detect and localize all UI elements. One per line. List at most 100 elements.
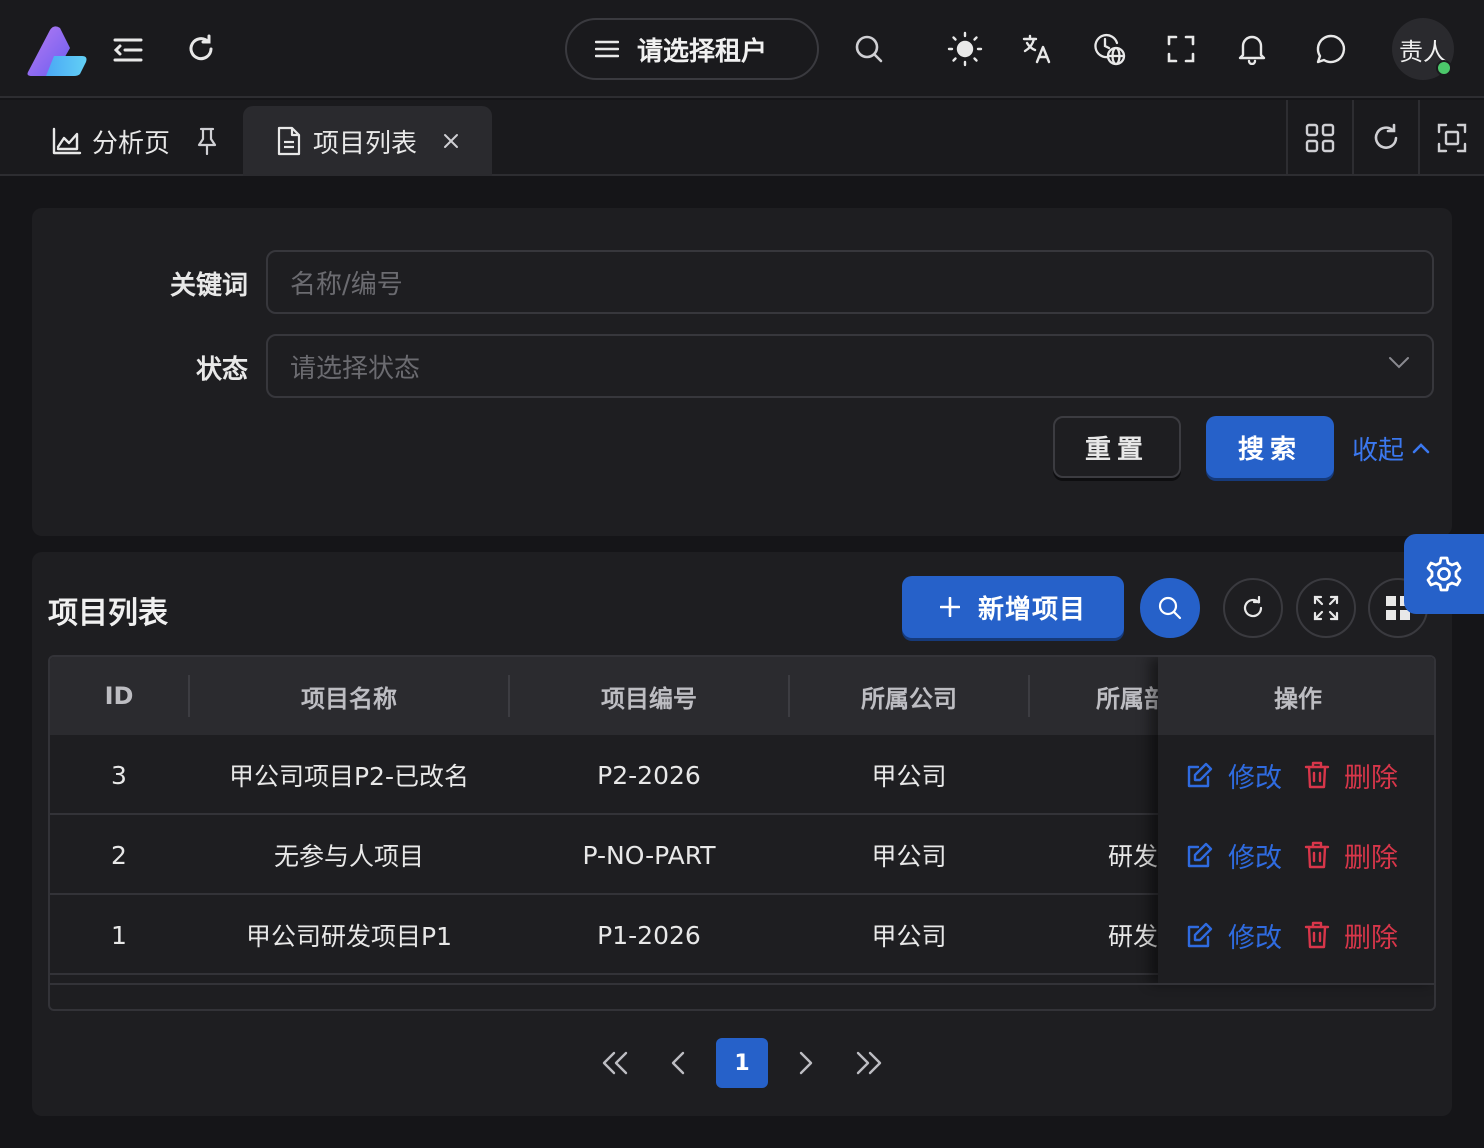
row-actions: 修改 删除 bbox=[1186, 735, 1398, 815]
column-divider bbox=[1028, 675, 1030, 717]
cell-name: 甲公司研发项目P1 bbox=[246, 922, 452, 951]
cell-name: 无参与人项目 bbox=[273, 842, 424, 871]
search-button[interactable]: 搜索 bbox=[1206, 416, 1334, 478]
tab-analysis[interactable]: 分析页 bbox=[36, 106, 240, 176]
delete-label: 删除 bbox=[1344, 762, 1398, 794]
edit-button[interactable]: 修改 bbox=[1186, 836, 1282, 875]
gear-icon bbox=[1426, 556, 1462, 592]
chat-bubble-icon[interactable] bbox=[1310, 28, 1352, 70]
cell-code: P-NO-PART bbox=[582, 840, 716, 870]
search-label: 搜索 bbox=[1237, 434, 1302, 465]
refresh-icon[interactable] bbox=[180, 28, 222, 70]
reset-label: 重置 bbox=[1084, 434, 1149, 465]
document-icon bbox=[277, 126, 301, 156]
column-header-name: 项目名称 bbox=[301, 684, 397, 713]
toggle-search-button[interactable] bbox=[1140, 578, 1200, 638]
chevron-up-icon bbox=[1412, 442, 1430, 454]
delete-button[interactable]: 删除 bbox=[1304, 916, 1398, 955]
column-header-id: ID bbox=[104, 682, 134, 710]
theme-settings-button[interactable] bbox=[1404, 534, 1484, 614]
edit-icon bbox=[1187, 922, 1213, 948]
delete-button[interactable]: 删除 bbox=[1304, 756, 1398, 795]
delete-label: 删除 bbox=[1344, 842, 1398, 874]
column-header-code: 项目编号 bbox=[601, 684, 697, 713]
refresh-icon bbox=[1243, 596, 1263, 618]
tenant-label: 请选择租户 bbox=[637, 36, 768, 67]
edit-button[interactable]: 修改 bbox=[1186, 756, 1282, 795]
edit-label: 修改 bbox=[1228, 842, 1282, 874]
tab-label: 项目列表 bbox=[313, 128, 418, 159]
keyword-label: 关键词 bbox=[169, 271, 248, 301]
trash-icon bbox=[1304, 921, 1330, 949]
last-page-button[interactable] bbox=[848, 1038, 890, 1088]
collapse-label: 收起 bbox=[1352, 435, 1405, 466]
maximize-icon bbox=[1437, 123, 1467, 153]
add-project-button[interactable]: 新增项目 bbox=[902, 576, 1124, 638]
chevron-down-icon bbox=[1388, 356, 1410, 370]
cell-name: 甲公司项目P2-已改名 bbox=[228, 762, 469, 791]
keyword-input[interactable]: 名称/编号 bbox=[266, 250, 1434, 314]
cell-company: 甲公司 bbox=[871, 922, 947, 951]
first-page-button[interactable] bbox=[594, 1038, 636, 1088]
tab-maximize-button[interactable] bbox=[1418, 100, 1484, 176]
cell-company: 甲公司 bbox=[871, 842, 947, 871]
status-label: 状态 bbox=[195, 355, 248, 385]
tenant-selector[interactable]: 请选择租户 bbox=[565, 18, 819, 80]
cell-code: P1-2026 bbox=[597, 920, 701, 950]
trash-icon bbox=[1304, 761, 1330, 789]
menu-icon bbox=[595, 39, 619, 59]
chevron-right-icon bbox=[799, 1051, 813, 1075]
collapse-menu-icon[interactable] bbox=[108, 30, 148, 70]
table-fullscreen-button[interactable] bbox=[1296, 578, 1356, 638]
search-icon bbox=[1158, 596, 1182, 620]
double-chevron-left-icon bbox=[602, 1051, 628, 1075]
cell-id: 3 bbox=[111, 760, 127, 790]
translate-icon[interactable] bbox=[1016, 28, 1058, 70]
cell-id: 1 bbox=[111, 920, 127, 950]
theme-sun-icon[interactable] bbox=[944, 28, 986, 70]
row-actions: 修改 删除 bbox=[1186, 815, 1398, 895]
tab-project-list[interactable]: 项目列表 bbox=[243, 106, 492, 176]
refresh-icon bbox=[1374, 123, 1398, 149]
next-page-button[interactable] bbox=[786, 1038, 826, 1088]
column-header-actions: 操作 bbox=[1158, 657, 1434, 735]
tab-layout-button[interactable] bbox=[1286, 100, 1352, 176]
chart-area-icon bbox=[52, 127, 82, 155]
edit-icon bbox=[1187, 842, 1213, 868]
prev-page-button[interactable] bbox=[658, 1038, 698, 1088]
chevron-left-icon bbox=[671, 1051, 685, 1075]
horizontal-scrollbar[interactable] bbox=[50, 983, 1434, 1009]
delete-button[interactable]: 删除 bbox=[1304, 836, 1398, 875]
edit-label: 修改 bbox=[1228, 762, 1282, 794]
expand-icon bbox=[1313, 595, 1339, 621]
close-icon[interactable] bbox=[443, 133, 459, 149]
timezone-globe-icon[interactable] bbox=[1088, 28, 1130, 70]
cell-code: P2-2026 bbox=[597, 760, 701, 790]
online-status-dot bbox=[1436, 60, 1452, 76]
app-logo[interactable] bbox=[24, 22, 90, 78]
grid-icon bbox=[1305, 123, 1335, 153]
status-select[interactable]: 请选择状态 bbox=[266, 334, 1434, 398]
double-chevron-right-icon bbox=[856, 1051, 882, 1075]
reset-button[interactable]: 重置 bbox=[1053, 416, 1181, 478]
fullscreen-icon[interactable] bbox=[1160, 28, 1202, 70]
operations-column: 操作 修改 删除 修改 删除 修改 删除 bbox=[1158, 657, 1434, 983]
edit-icon bbox=[1187, 762, 1213, 788]
edit-button[interactable]: 修改 bbox=[1186, 916, 1282, 955]
collapse-toggle[interactable]: 收起 bbox=[1352, 430, 1430, 466]
page-number-current[interactable]: 1 bbox=[716, 1038, 768, 1088]
pin-icon[interactable] bbox=[196, 127, 218, 155]
tab-refresh-button[interactable] bbox=[1352, 100, 1418, 176]
row-actions: 修改 删除 bbox=[1186, 895, 1398, 975]
column-header-company: 所属公司 bbox=[861, 684, 957, 713]
notification-bell-icon[interactable] bbox=[1231, 28, 1273, 70]
project-table: ID 项目名称 项目编号 所属公司 所属部 3 甲公司项目P2-已改名 P2-2… bbox=[48, 655, 1436, 1011]
add-project-label: 新增项目 bbox=[977, 594, 1086, 625]
list-title: 项目列表 bbox=[48, 596, 168, 631]
plus-icon bbox=[939, 597, 960, 617]
search-icon[interactable] bbox=[848, 28, 890, 70]
cell-id: 2 bbox=[111, 840, 127, 870]
trash-icon bbox=[1304, 841, 1330, 869]
status-placeholder: 请选择状态 bbox=[290, 353, 421, 384]
table-refresh-button[interactable] bbox=[1223, 578, 1283, 638]
